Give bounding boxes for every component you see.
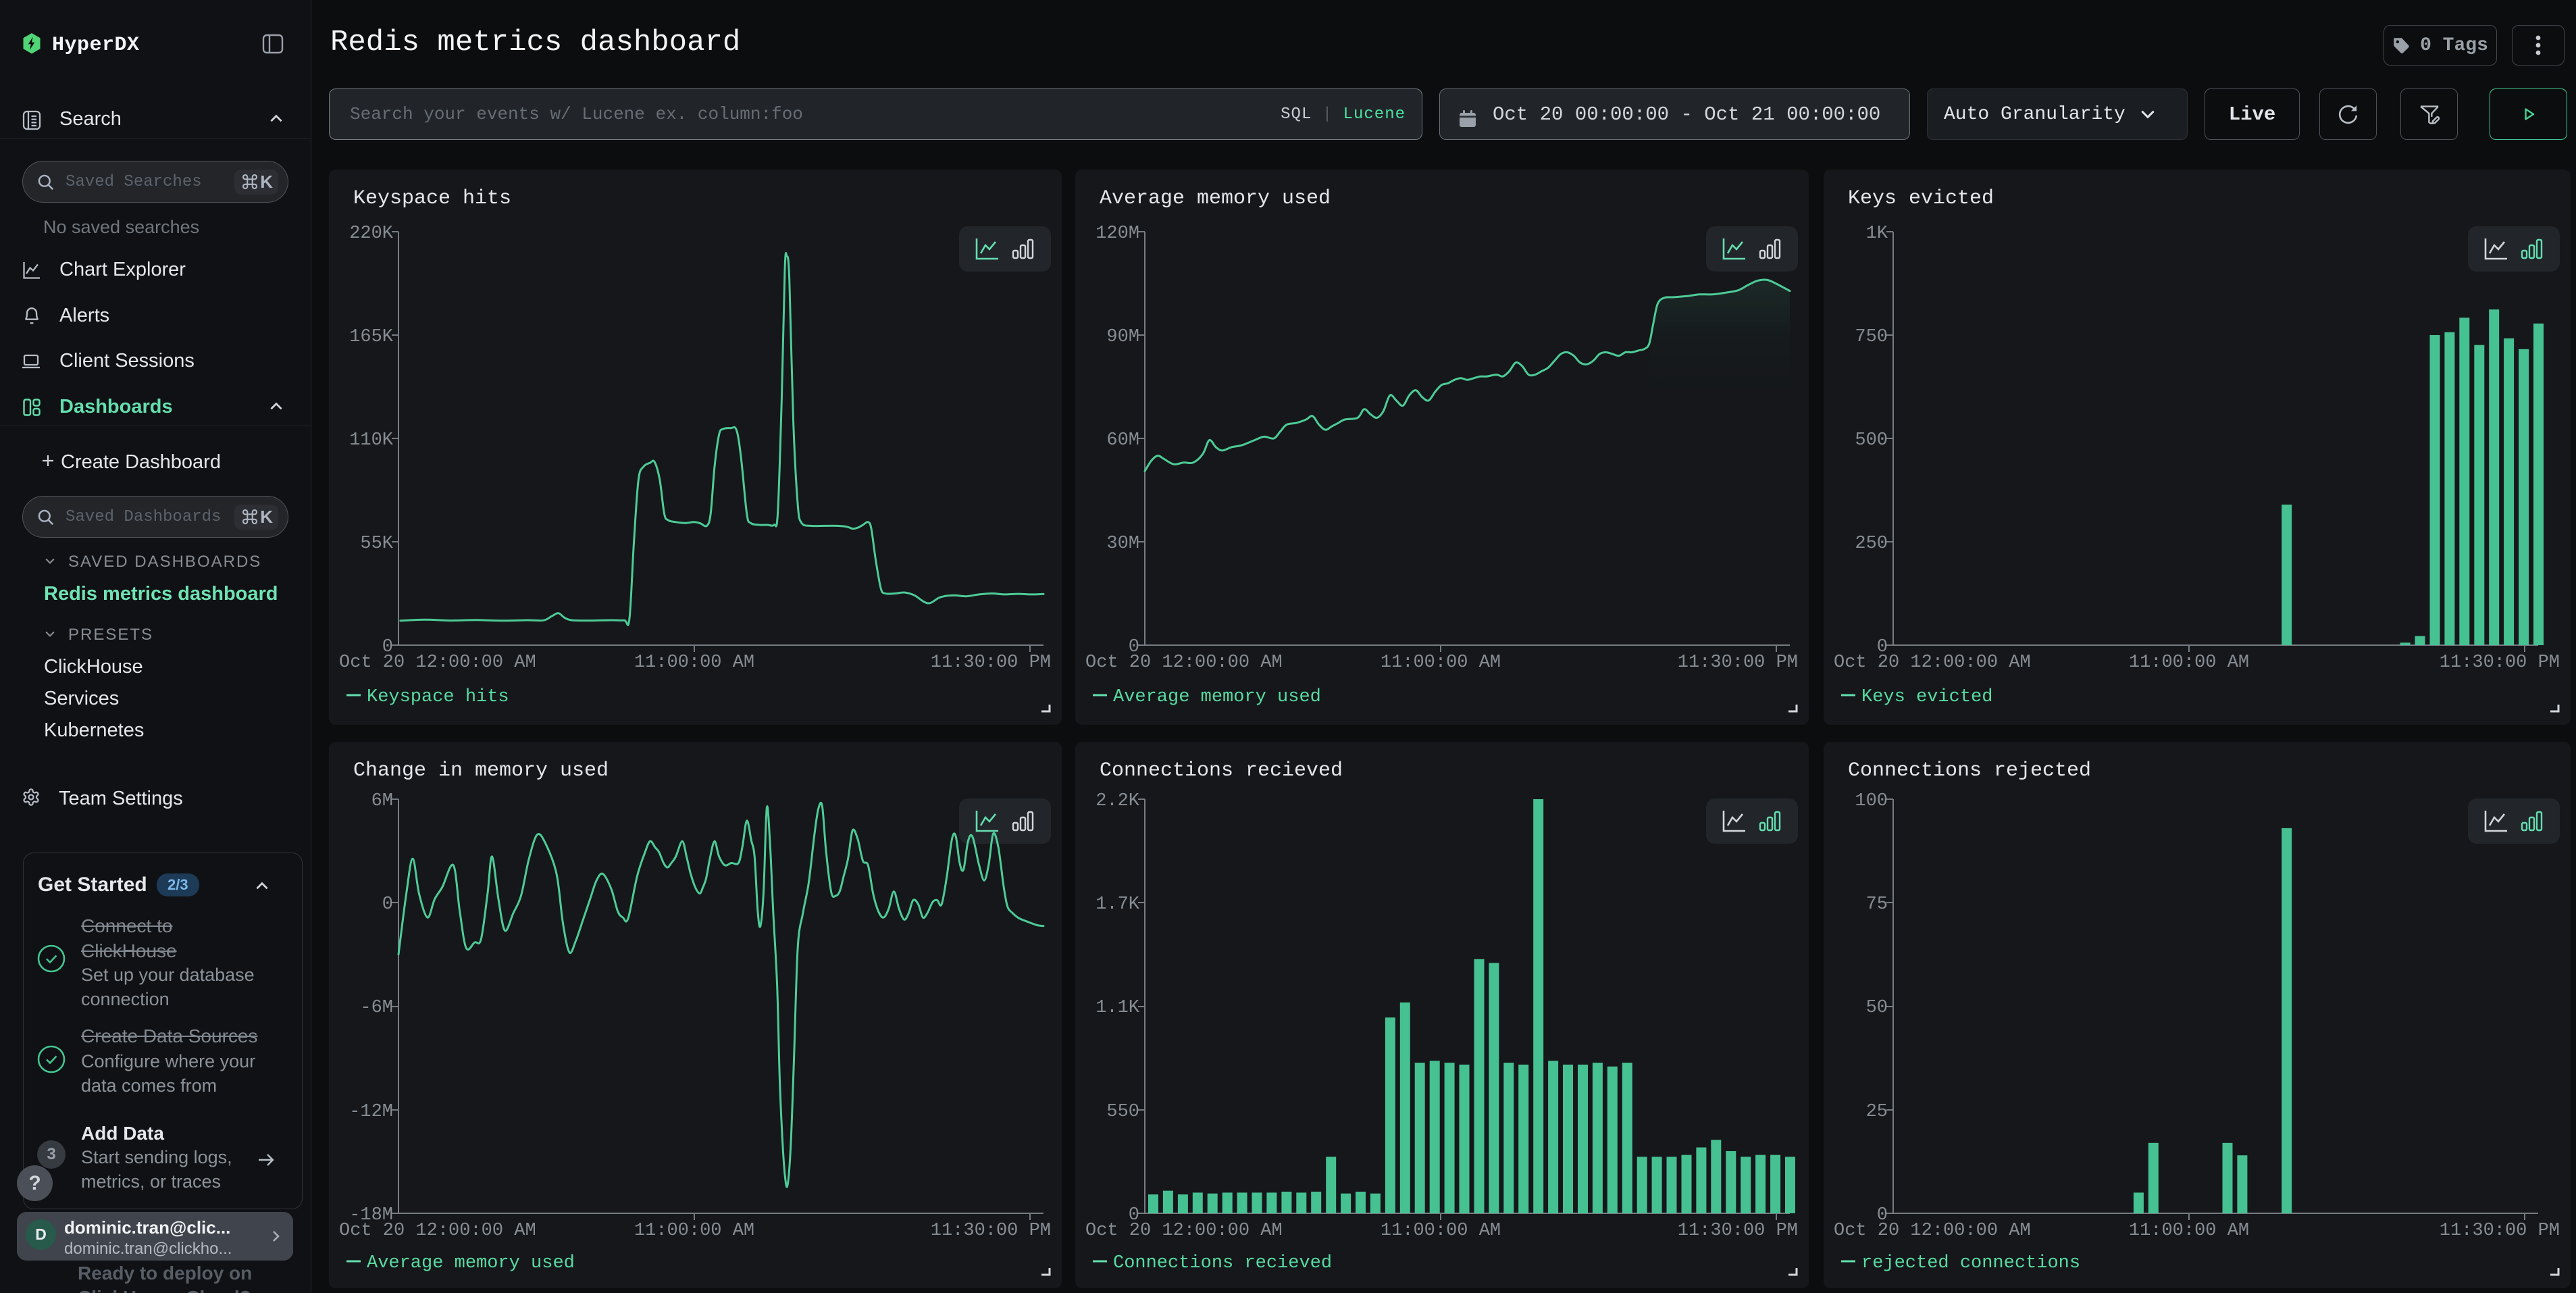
svg-text:11:30:00 PM: 11:30:00 PM [931,653,1051,673]
svg-text:Connections recieved: Connections recieved [1113,1253,1332,1273]
svg-text:Keyspace hits: Keyspace hits [353,187,511,210]
svg-text:-12M: -12M [349,1102,393,1122]
svg-text:11:00:00 AM: 11:00:00 AM [2129,653,2249,673]
svg-text:11:30:00 PM: 11:30:00 PM [2440,1221,2560,1241]
svg-text:Average memory used: Average memory used [1100,187,1331,210]
svg-text:250: 250 [1855,534,1888,554]
svg-text:Average memory used: Average memory used [367,1253,575,1273]
svg-text:11:30:00 PM: 11:30:00 PM [1678,653,1798,673]
svg-text:500: 500 [1855,430,1888,451]
svg-text:11:30:00 PM: 11:30:00 PM [1678,1221,1798,1241]
svg-text:11:00:00 AM: 11:00:00 AM [1381,1221,1501,1241]
svg-text:1.7K: 1.7K [1096,894,1140,915]
svg-text:100: 100 [1855,791,1888,811]
svg-text:11:00:00 AM: 11:00:00 AM [1381,653,1501,673]
svg-text:Average memory used: Average memory used [1113,687,1321,707]
svg-text:0: 0 [382,894,393,915]
svg-text:11:00:00 AM: 11:00:00 AM [2129,1221,2249,1241]
svg-text:Keys evicted: Keys evicted [1861,687,1992,707]
svg-text:Oct 20 12:00:00 AM: Oct 20 12:00:00 AM [1834,1221,2031,1241]
svg-text:11:00:00 AM: 11:00:00 AM [634,1221,754,1241]
svg-text:1K: 1K [1866,224,1888,244]
svg-text:11:30:00 PM: 11:30:00 PM [931,1221,1051,1241]
svg-text:750: 750 [1855,327,1888,347]
svg-text:Change in memory used: Change in memory used [353,759,609,782]
svg-text:11:00:00 AM: 11:00:00 AM [634,653,754,673]
svg-text:55K: 55K [360,534,393,554]
svg-text:90M: 90M [1106,327,1139,347]
svg-text:Connections rejected: Connections rejected [1848,759,2091,782]
svg-text:120M: 120M [1096,224,1139,244]
svg-text:11:30:00 PM: 11:30:00 PM [2440,653,2560,673]
svg-text:Oct 20 12:00:00 AM: Oct 20 12:00:00 AM [339,1221,536,1241]
svg-text:50: 50 [1866,998,1888,1018]
svg-text:6M: 6M [371,791,393,811]
svg-text:rejected connections: rejected connections [1861,1253,2080,1273]
svg-text:2.2K: 2.2K [1096,791,1140,811]
svg-text:30M: 30M [1106,534,1139,554]
svg-text:25: 25 [1866,1102,1888,1122]
svg-text:165K: 165K [349,327,394,347]
svg-text:110K: 110K [349,430,394,451]
svg-text:Oct 20 12:00:00 AM: Oct 20 12:00:00 AM [339,653,536,673]
svg-text:550: 550 [1106,1102,1139,1122]
svg-text:1.1K: 1.1K [1096,998,1140,1018]
svg-text:Oct 20 12:00:00 AM: Oct 20 12:00:00 AM [1085,1221,1283,1241]
svg-text:60M: 60M [1106,430,1139,451]
svg-text:Connections recieved: Connections recieved [1100,759,1343,782]
svg-text:Oct 20 12:00:00 AM: Oct 20 12:00:00 AM [1085,653,1283,673]
svg-text:Keys evicted: Keys evicted [1848,187,1994,210]
svg-text:75: 75 [1866,894,1888,915]
svg-text:220K: 220K [349,224,394,244]
svg-text:-6M: -6M [360,998,393,1018]
svg-text:Oct 20 12:00:00 AM: Oct 20 12:00:00 AM [1834,653,2031,673]
svg-text:Keyspace hits: Keyspace hits [367,687,509,707]
